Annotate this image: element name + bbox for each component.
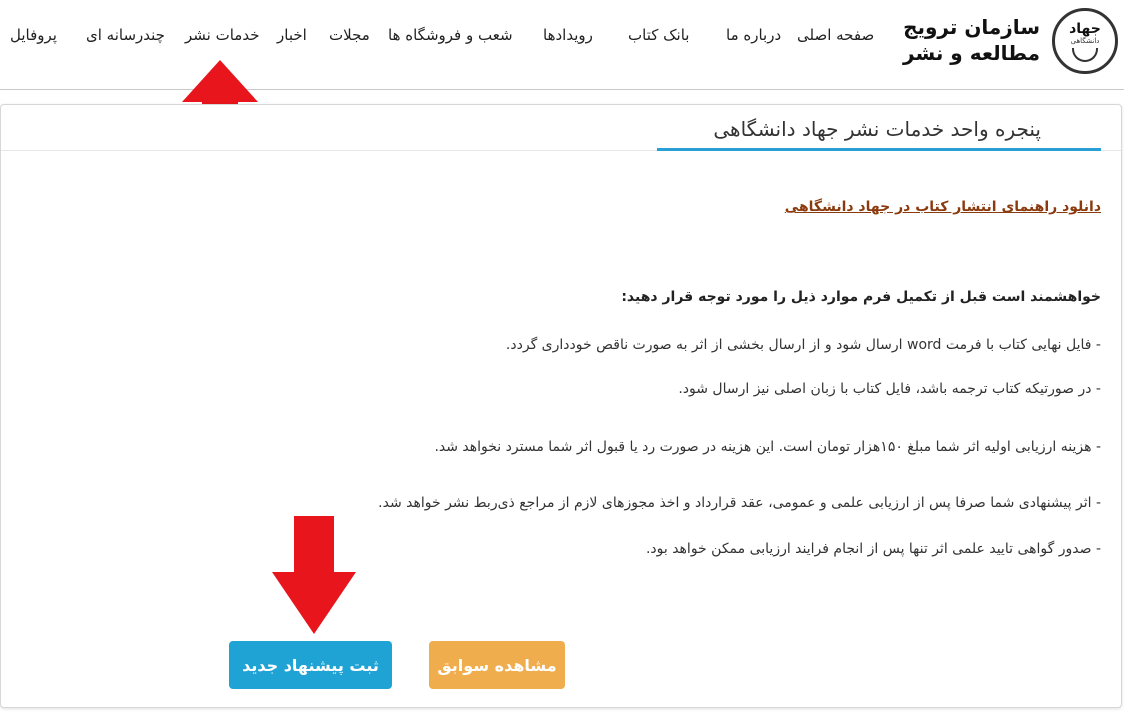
panel-title: پنجره واحد خدمات نشر جهاد دانشگاهی [713, 117, 1041, 141]
nav-item-branches[interactable]: شعب و فروشگاه ها [388, 20, 513, 50]
submit-new-proposal-button[interactable]: ثبت پیشنهاد جدید [229, 641, 392, 689]
main-nav: صفحه اصلی درباره ما بانک کتاب رویدادها ش… [0, 20, 1124, 50]
instructions-heading: خواهشمند است قبل از تکمیل فرم موارد ذیل … [621, 289, 1101, 305]
instruction-line: - صدور گواهی تایید علمی اثر تنها پس از ا… [645, 541, 1101, 557]
download-guide-link[interactable]: دانلود راهنمای انتشار کتاب در جهاد دانشگ… [785, 199, 1101, 215]
title-underline [657, 148, 1101, 151]
instruction-line: - اثر پیشنهادی شما صرفا پس از ارزیابی عل… [378, 495, 1101, 511]
nav-item-book-bank[interactable]: بانک کتاب [628, 20, 689, 50]
instruction-line: - در صورتیکه کتاب ترجمه باشد، فایل کتاب … [678, 381, 1101, 397]
nav-item-about[interactable]: درباره ما [726, 20, 781, 50]
instruction-line: - فایل نهایی کتاب با فرمت word ارسال شود… [505, 337, 1101, 353]
nav-item-profile[interactable]: پروفایل [10, 20, 57, 50]
view-history-button[interactable]: مشاهده سوابق [429, 641, 565, 689]
nav-item-publishing-services[interactable]: خدمات نشر [185, 20, 259, 50]
nav-item-events[interactable]: رویدادها [543, 20, 593, 50]
nav-item-multimedia[interactable]: چندرسانه ای [86, 20, 165, 50]
instruction-line: - هزینه ارزیابی اولیه اثر شما مبلغ ۱۵۰هز… [434, 439, 1101, 455]
nav-item-news[interactable]: اخبار [277, 20, 307, 50]
publishing-services-panel: پنجره واحد خدمات نشر جهاد دانشگاهی دانلو… [0, 104, 1122, 708]
nav-item-home[interactable]: صفحه اصلی [797, 20, 874, 50]
annotation-down-arrow-icon [272, 516, 356, 634]
panel-header: پنجره واحد خدمات نشر جهاد دانشگاهی [1, 105, 1121, 151]
nav-item-magazines[interactable]: مجلات [329, 20, 370, 50]
site-header: جهاد دانشگاهی سازمان ترویج مطالعه و نشر … [0, 0, 1124, 90]
